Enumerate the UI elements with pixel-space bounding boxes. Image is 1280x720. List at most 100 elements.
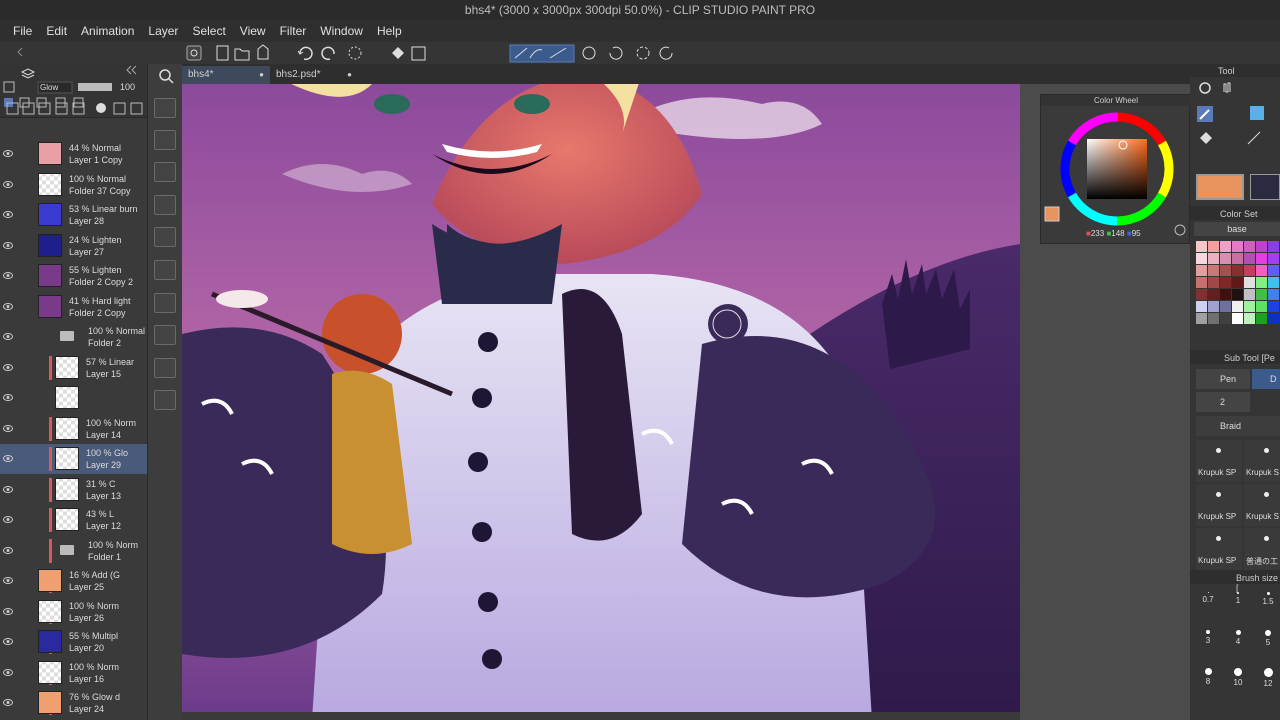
- menu-filter[interactable]: Filter: [273, 24, 314, 38]
- eye-icon[interactable]: [3, 576, 13, 585]
- color-swatch[interactable]: [1232, 289, 1243, 300]
- eye-icon[interactable]: [3, 393, 13, 402]
- fill-icon[interactable]: [392, 47, 404, 59]
- eraser-tool-icon[interactable]: [1250, 106, 1264, 120]
- brush-size-option[interactable]: 1.5: [1254, 588, 1280, 624]
- transform-icon[interactable]: [411, 46, 426, 61]
- menu-view[interactable]: View: [233, 24, 273, 38]
- dock-button-7[interactable]: [154, 293, 176, 313]
- open-folder-icon[interactable]: [234, 48, 250, 61]
- color-swatch[interactable]: [1232, 313, 1243, 324]
- zoom-tool-icon[interactable]: [1199, 82, 1211, 94]
- color-swatch[interactable]: [1244, 289, 1255, 300]
- color-swatch[interactable]: [1208, 241, 1219, 252]
- color-swatch[interactable]: [1196, 289, 1207, 300]
- color-swatch[interactable]: [1220, 289, 1231, 300]
- layer-row[interactable]: 53 % Linear burn Layer 28: [0, 200, 147, 230]
- tab-bhs4[interactable]: bhs4* ●: [182, 66, 270, 84]
- dock-button-9[interactable]: [154, 358, 176, 378]
- brush-size-option[interactable]: 0.7: [1194, 588, 1222, 624]
- rotate-left-icon[interactable]: [609, 46, 623, 60]
- hand-tool-icon[interactable]: [1223, 82, 1231, 93]
- color-swatch-grid[interactable]: [1196, 241, 1280, 329]
- color-swatch[interactable]: [1256, 313, 1267, 324]
- menu-layer[interactable]: Layer: [141, 24, 185, 38]
- layer-row[interactable]: 57 % Linear Layer 15: [0, 353, 147, 383]
- menu-select[interactable]: Select: [185, 24, 232, 38]
- collapse-panel-icon[interactable]: [126, 65, 137, 75]
- color-swatch[interactable]: [1220, 265, 1231, 276]
- layer-color-icon[interactable]: [3, 81, 15, 93]
- dock-button-3[interactable]: [154, 162, 176, 182]
- eye-icon[interactable]: [3, 424, 13, 433]
- menu-animation[interactable]: Animation: [74, 24, 141, 38]
- eye-icon[interactable]: [3, 180, 13, 189]
- brush-item[interactable]: Krupuk SP: [1196, 484, 1242, 526]
- brush-size-option[interactable]: 1: [1224, 588, 1252, 624]
- redo-icon[interactable]: [321, 46, 335, 61]
- brush-size-option[interactable]: 4: [1224, 626, 1252, 662]
- color-swatch[interactable]: [1196, 265, 1207, 276]
- eye-icon[interactable]: [3, 302, 13, 311]
- layer-row[interactable]: 55 % Multipl Layer 20: [0, 627, 147, 657]
- sub-tool-tab-d[interactable]: D: [1252, 369, 1280, 389]
- eye-icon[interactable]: [3, 271, 13, 280]
- layer-row[interactable]: 100 % Norm Layer 26: [0, 597, 147, 627]
- brush-item[interactable]: Krupuk S: [1244, 484, 1280, 526]
- layer-row[interactable]: 44 % Normal Layer 1 Copy: [0, 139, 147, 169]
- color-swatch[interactable]: [1268, 313, 1279, 324]
- color-swatch[interactable]: [1196, 277, 1207, 288]
- layer-panel-tab-icon[interactable]: [20, 68, 36, 79]
- layer-row[interactable]: 31 % C Layer 13: [0, 475, 147, 505]
- layer-command-icons[interactable]: [0, 102, 147, 116]
- brush-size-option[interactable]: 3: [1194, 626, 1222, 662]
- color-swatch[interactable]: [1244, 301, 1255, 312]
- sub-tool-braid[interactable]: Braid: [1196, 416, 1280, 436]
- color-swatch[interactable]: [1208, 301, 1219, 312]
- menu-window[interactable]: Window: [313, 24, 370, 38]
- color-swatch[interactable]: [1244, 313, 1255, 324]
- layer-row[interactable]: 100 % Glo Layer 29: [0, 444, 147, 474]
- brush-item[interactable]: Krupuk SP: [1196, 440, 1242, 482]
- brush-size-option[interactable]: 8: [1194, 664, 1222, 700]
- undo-icon[interactable]: [297, 46, 313, 61]
- color-swatch[interactable]: [1256, 253, 1267, 264]
- color-swatch[interactable]: [1196, 253, 1207, 264]
- eye-icon[interactable]: [3, 515, 13, 524]
- layer-row[interactable]: [0, 383, 147, 413]
- eye-icon[interactable]: [3, 637, 13, 646]
- tab-close-icon[interactable]: ●: [347, 66, 352, 84]
- eye-icon[interactable]: [3, 149, 13, 158]
- color-swatch[interactable]: [1244, 265, 1255, 276]
- color-swatch[interactable]: [1208, 277, 1219, 288]
- layer-row[interactable]: 100 % Norm Folder 1: [0, 536, 147, 566]
- color-swatch[interactable]: [1232, 301, 1243, 312]
- opacity-slider[interactable]: [78, 83, 112, 91]
- eye-icon[interactable]: [3, 698, 13, 707]
- eye-icon[interactable]: [3, 546, 13, 555]
- color-swatch[interactable]: [1208, 313, 1219, 324]
- color-swatch[interactable]: [1268, 301, 1279, 312]
- layer-row[interactable]: 24 % Lighten Layer 27: [0, 231, 147, 261]
- color-swatch[interactable]: [1256, 277, 1267, 288]
- color-swatch[interactable]: [1220, 277, 1231, 288]
- ruler-snap-icon[interactable]: [509, 44, 575, 63]
- dock-button-1[interactable]: [154, 98, 176, 118]
- dock-button-6[interactable]: [154, 260, 176, 280]
- color-swatch[interactable]: [1268, 265, 1279, 276]
- color-swatch[interactable]: [1208, 265, 1219, 276]
- color-swatch[interactable]: [1268, 241, 1279, 252]
- save-icon[interactable]: [257, 44, 269, 60]
- loading-icon[interactable]: [348, 46, 362, 60]
- artwork-canvas[interactable]: [182, 84, 1190, 720]
- rotate-right-icon[interactable]: [659, 46, 673, 60]
- flip-icon[interactable]: [582, 46, 596, 60]
- color-swatch[interactable]: [1256, 289, 1267, 300]
- dock-button-10[interactable]: [154, 390, 176, 410]
- rotate-reset-icon[interactable]: [636, 46, 650, 60]
- brush-size-option[interactable]: 12: [1254, 664, 1280, 700]
- navigator-icon[interactable]: [186, 45, 202, 61]
- menu-help[interactable]: Help: [370, 24, 409, 38]
- eye-icon[interactable]: [3, 668, 13, 677]
- eye-icon[interactable]: [3, 241, 13, 250]
